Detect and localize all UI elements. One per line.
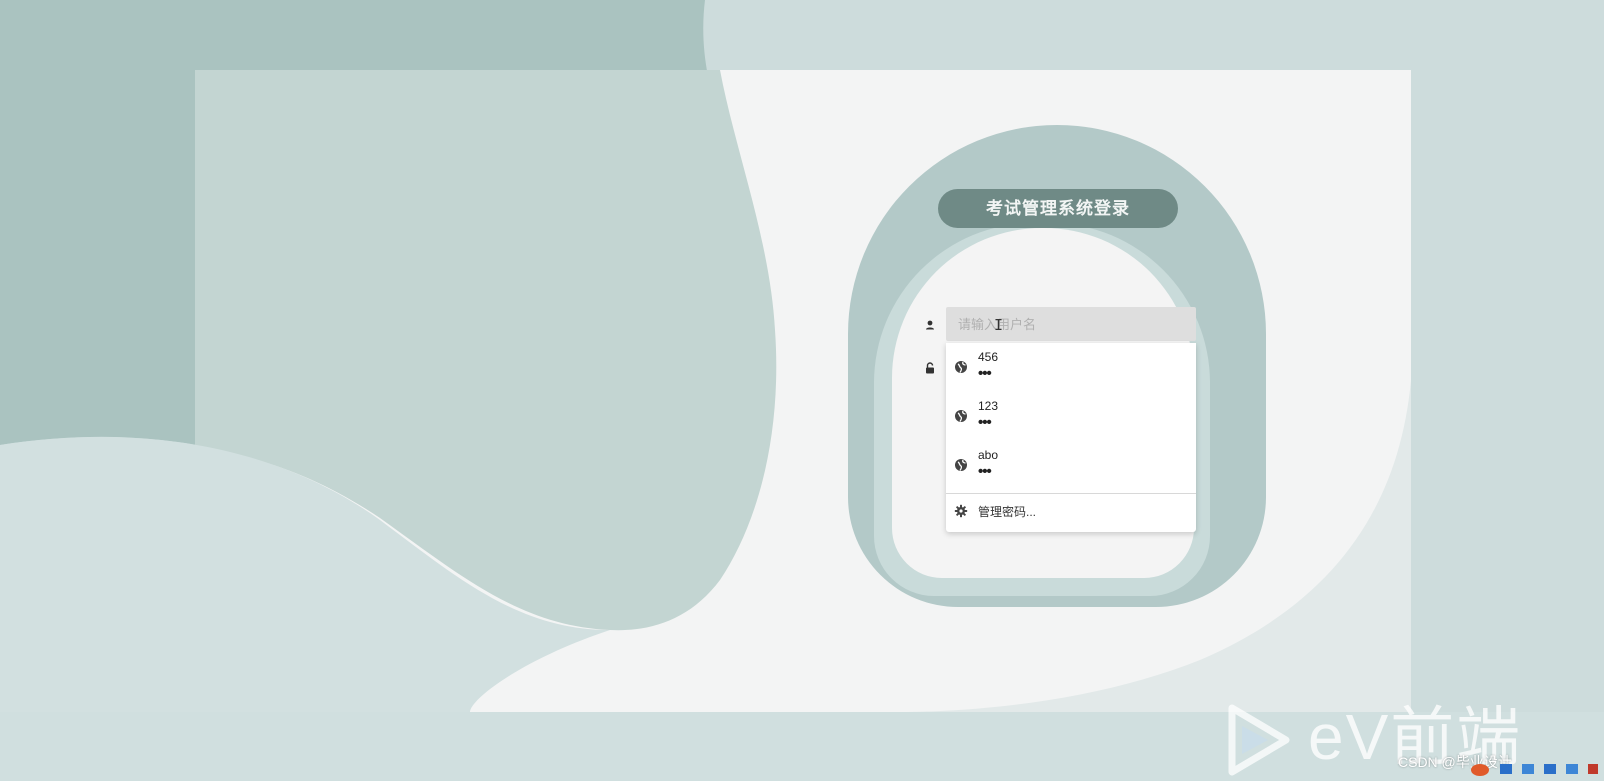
autofill-username: 456 (978, 350, 999, 364)
autofill-entry[interactable]: 456 ••• (946, 343, 1196, 392)
text-cursor-icon: I (994, 316, 1004, 334)
globe-icon (955, 361, 967, 373)
user-icon (926, 320, 934, 330)
manage-passwords-item[interactable]: 管理密码... (946, 494, 1196, 528)
autofill-password-mask: ••• (978, 365, 992, 382)
page-background: 考试管理系统登录 I 456 ••• 123 ••• (0, 0, 1604, 781)
lock-icon (926, 362, 934, 374)
autofill-entry[interactable]: abo ••• (946, 441, 1196, 490)
autofill-username: abo (978, 448, 999, 462)
play-logo-icon (1228, 704, 1290, 776)
autofill-password-mask: ••• (978, 414, 992, 431)
manage-passwords-label: 管理密码... (978, 505, 1037, 519)
globe-icon (955, 410, 967, 422)
background-shapes (0, 0, 1604, 781)
login-title: 考试管理系统登录 (938, 189, 1178, 228)
gear-icon (954, 504, 968, 518)
autofill-dropdown: 456 ••• 123 ••• abo ••• 管理密码... (946, 343, 1196, 532)
taskbar-tray-icons (1471, 764, 1598, 776)
username-input[interactable] (946, 307, 1196, 341)
globe-icon (955, 459, 967, 471)
autofill-username: 123 (978, 399, 999, 413)
autofill-entry[interactable]: 123 ••• (946, 392, 1196, 441)
autofill-password-mask: ••• (978, 463, 992, 480)
